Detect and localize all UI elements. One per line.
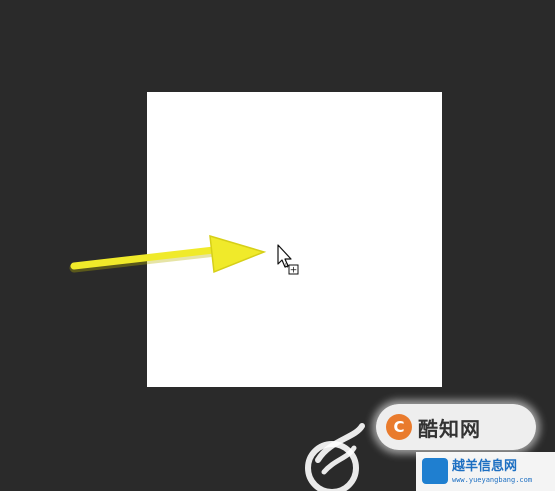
house-icon <box>422 458 448 484</box>
swirl-logo-icon <box>305 423 365 491</box>
copy-cursor-icon: + <box>277 244 299 276</box>
watermark-url: www.yueyangbang.com <box>452 475 533 484</box>
badge-logo: C <box>386 414 412 440</box>
watermark-badge: C 酷知网 <box>376 404 536 450</box>
watermark-title: 越羊信息网 <box>452 458 518 474</box>
watermark-bar: 越羊信息网 www.yueyangbang.com <box>416 452 555 491</box>
cursor-plus-text: + <box>290 266 298 276</box>
arrow-right-icon <box>69 234 267 274</box>
badge-text: 酷知网 <box>418 416 481 441</box>
